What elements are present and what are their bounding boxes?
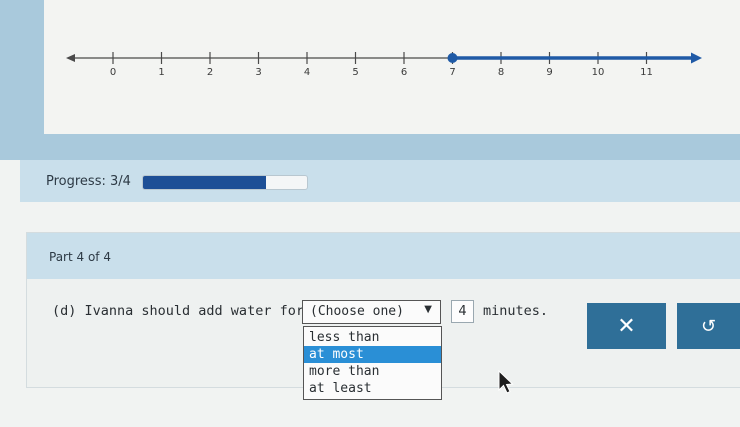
closed-point xyxy=(447,53,458,63)
tick-label: 3 xyxy=(255,67,261,78)
tick-label: 2 xyxy=(207,67,213,78)
progress-fill xyxy=(143,176,266,189)
part-label: Part 4 of 4 xyxy=(49,250,111,264)
tick-label: 4 xyxy=(304,67,310,78)
number-input[interactable]: 4 xyxy=(451,300,474,323)
tick-label: 10 xyxy=(592,67,605,78)
mouse-cursor-icon xyxy=(498,370,514,394)
tick-label: 11 xyxy=(640,67,653,78)
select-value: (Choose one) xyxy=(310,304,404,319)
question-text: (d) Ivanna should add water for xyxy=(52,303,304,319)
comparison-select[interactable]: (Choose one) ▼ xyxy=(302,300,441,324)
left-arrow-icon xyxy=(66,54,75,62)
tick-label: 8 xyxy=(498,67,504,78)
close-icon: ✕ xyxy=(617,313,636,339)
clear-button[interactable]: ✕ xyxy=(587,303,666,349)
option-at-least[interactable]: at least xyxy=(304,380,441,397)
tick-label: 5 xyxy=(352,67,358,78)
tick-label: 1 xyxy=(158,67,164,78)
progress-bar xyxy=(142,175,308,190)
progress-label: Progress: 3/4 xyxy=(46,174,131,189)
progress-row: Progress: 3/4 xyxy=(20,160,740,202)
tick-label: 7 xyxy=(449,67,455,78)
undo-icon: ↺ xyxy=(700,315,717,337)
option-more-than[interactable]: more than xyxy=(304,363,441,380)
minutes-text: minutes. xyxy=(483,303,549,319)
dropdown-arrow-icon: ▼ xyxy=(424,304,432,315)
part-header: Part 4 of 4 xyxy=(27,233,740,279)
number-line[interactable]: 0 1 2 3 4 5 6 7 8 9 10 11 xyxy=(0,0,740,134)
option-less-than[interactable]: less than xyxy=(304,329,441,346)
right-arrow-icon xyxy=(691,52,702,64)
option-at-most[interactable]: at most xyxy=(304,346,441,363)
undo-button[interactable]: ↺ xyxy=(677,303,740,349)
tick-label: 9 xyxy=(546,67,552,78)
tick-label: 0 xyxy=(110,67,116,78)
dropdown-list: less than at most more than at least xyxy=(303,326,442,400)
tick-label: 6 xyxy=(401,67,407,78)
